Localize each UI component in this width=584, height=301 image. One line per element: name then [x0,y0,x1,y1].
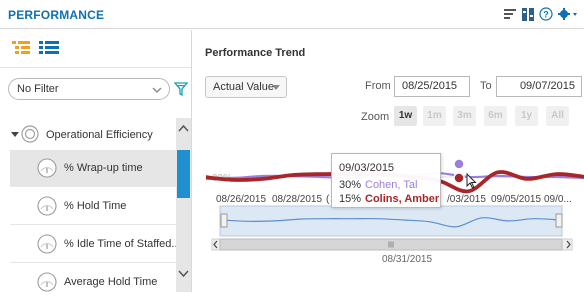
divider [0,67,191,68]
to-label: To [480,80,492,92]
to-date-input[interactable]: 09/07/2015 [496,76,582,97]
x-tick-label: 08/26/2015 [216,194,266,205]
zoom-1w-button[interactable]: 1w [394,106,417,126]
list-item-label: Average Hold Time [64,276,158,288]
chart-tooltip: 09/03/2015 30% Cohen, Tal 15% Colins, Am… [331,153,441,208]
list-view-icon[interactable] [38,39,60,57]
chevron-down-icon [152,87,162,93]
list-item-label: % Hold Time [64,200,127,212]
navigator-date-label: 08/31/2015 [382,254,432,265]
columns-icon[interactable] [521,5,535,23]
panel-title: Performance Trend [205,47,306,59]
scroll-down-icon[interactable] [178,270,189,278]
help-icon[interactable]: ? [539,5,553,23]
list-item[interactable]: % Hold Time [10,188,178,225]
mouse-cursor-icon [466,173,477,189]
tooltip-series-name: Cohen, Tal [365,179,418,191]
zoom-1y-button[interactable]: 1y [515,106,538,126]
gauge-icon [37,272,57,292]
navigator-left-handle[interactable] [220,213,228,228]
page-title: PERFORMANCE [8,8,105,22]
value-type-select[interactable]: Actual Value [205,76,287,98]
series-point-cohen[interactable] [453,158,465,170]
list-item[interactable]: % Idle Time of Staffed... [10,226,181,263]
tree-scrollbar[interactable] [176,118,191,292]
filter-select-value: No Filter [17,83,59,95]
tooltip-value: 30% [339,179,362,191]
tree-view-icon[interactable] [11,39,31,57]
left-panel: No Filter Operational Efficiency % Wrap-… [0,30,192,292]
gauge-icon [37,196,57,216]
list-item-label: % Wrap-up time [64,162,143,174]
scroll-up-icon[interactable] [178,124,189,132]
zoom-3m-button[interactable]: 3m [453,106,476,126]
zoom-all-button[interactable]: All [546,106,569,126]
navigator-right-handle[interactable] [555,213,563,228]
value-type-label: Actual Value [213,81,274,93]
x-tick-label: 09/0... [544,194,572,205]
x-tick-label: 09/05/2015 [491,194,541,205]
zoom-1m-button[interactable]: 1m [423,106,446,126]
scrollbar-thumb[interactable] [177,150,190,198]
tree-group-label: Operational Efficiency [46,129,153,141]
zoom-label: Zoom [361,111,390,123]
from-date-input[interactable]: 08/25/2015 [394,76,470,97]
gauge-icon [37,234,57,254]
list-item-label: % Idle Time of Staffed... [64,238,181,250]
header-bar: PERFORMANCE ? [0,0,584,29]
list-item[interactable]: Average Hold Time [10,264,178,301]
gear-icon[interactable] [557,5,579,23]
zoom-6m-button[interactable]: 6m [484,106,507,126]
svg-text:?: ? [543,10,549,20]
x-tick-label: /03/2015 [447,194,486,205]
funnel-icon[interactable] [174,81,188,98]
tooltip-date: 09/03/2015 [339,162,395,174]
filter-select[interactable]: No Filter [8,78,170,100]
from-label: From [365,80,391,92]
series-point-colins[interactable] [453,172,465,184]
x-tick-label: 08/28/2015 [272,194,322,205]
caret-down-icon [272,85,280,90]
gauge-icon [37,158,57,178]
list-item[interactable]: % Wrap-up time [10,150,178,187]
tree-group-operational-efficiency[interactable]: Operational Efficiency [10,120,178,150]
caret-down-icon[interactable] [11,131,19,139]
target-icon [21,125,39,143]
tooltip-value: 15% [339,193,362,205]
tooltip-series-name: Colins, Amber [365,193,440,205]
filter-list-icon[interactable] [503,5,517,23]
